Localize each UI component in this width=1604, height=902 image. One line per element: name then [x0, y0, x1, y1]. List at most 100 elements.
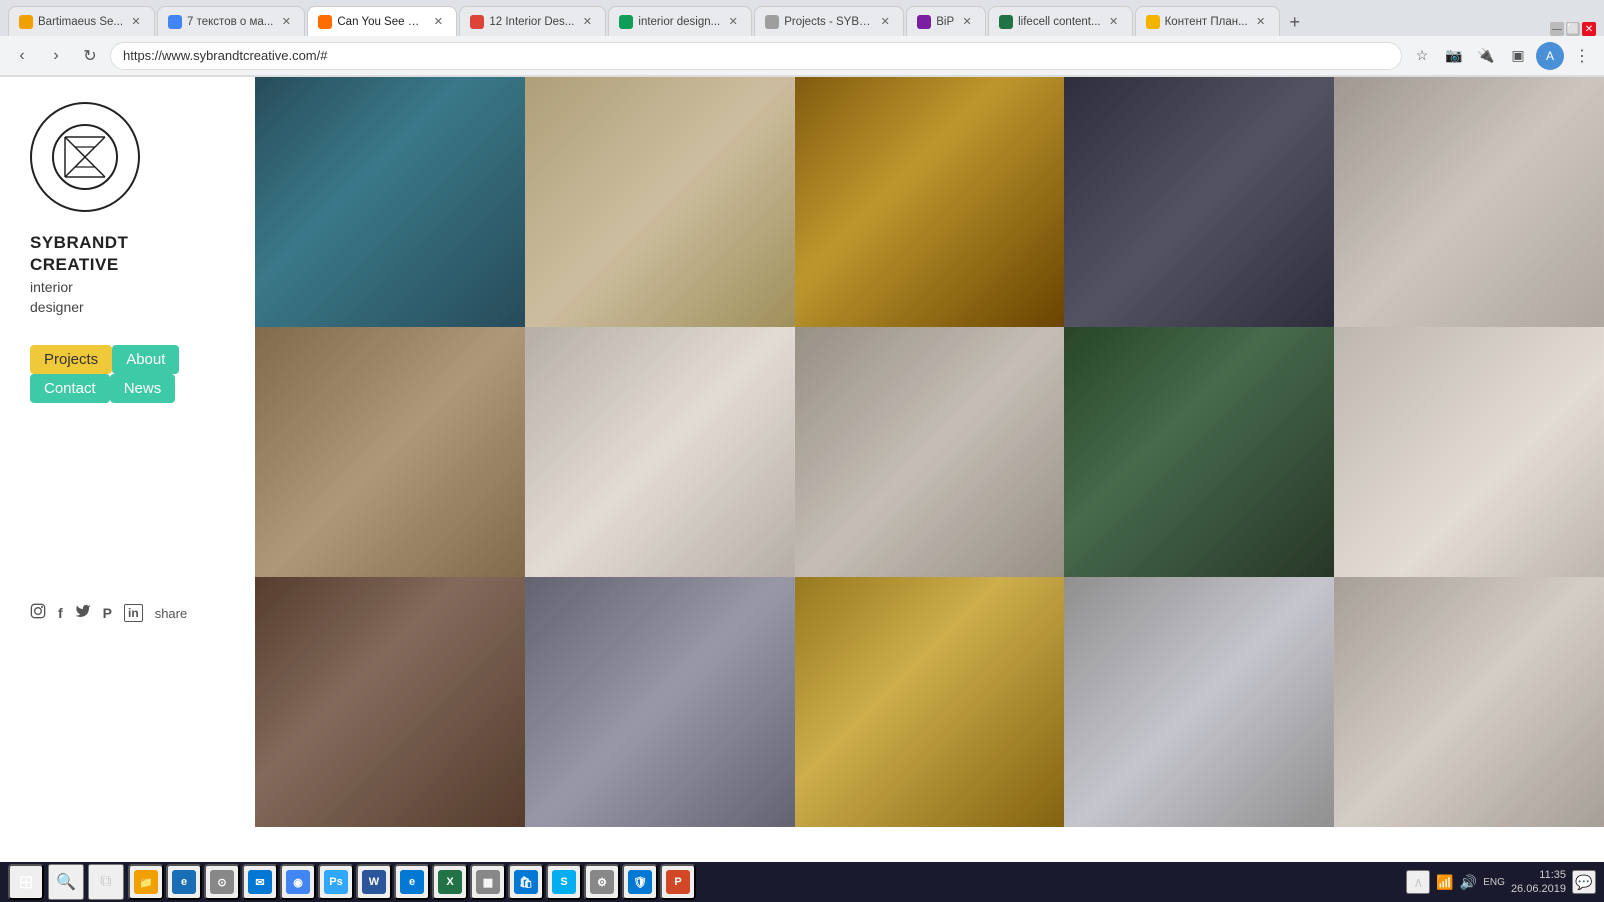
- tab-close-button[interactable]: ✕: [278, 14, 294, 30]
- profile-button[interactable]: A: [1536, 42, 1564, 70]
- grid-item-grid-14[interactable]: [1064, 577, 1334, 827]
- nav-item-projects[interactable]: Projects: [30, 345, 112, 374]
- facebook-icon[interactable]: f: [58, 605, 63, 621]
- grid-item-image: [255, 77, 525, 327]
- grid-item-grid-5[interactable]: [1334, 77, 1604, 327]
- new-tab-button[interactable]: +: [1281, 8, 1309, 36]
- back-button[interactable]: ‹: [8, 42, 36, 70]
- tab-close-button[interactable]: ✕: [579, 14, 595, 30]
- tab-close-button[interactable]: ✕: [128, 14, 144, 30]
- grid-item-grid-9[interactable]: [1064, 327, 1334, 577]
- logo-svg: [50, 122, 120, 192]
- tab-label: 12 Interior Des...: [489, 16, 574, 28]
- taskbar-app-ie[interactable]: e: [166, 864, 202, 900]
- taskbar-app-icon-chrome: ◉: [286, 870, 310, 894]
- browser-tab-tab-3[interactable]: Can You See M... ✕: [307, 6, 457, 36]
- tab-favicon: [999, 15, 1013, 29]
- grid-item-grid-13[interactable]: [795, 577, 1065, 827]
- taskbar-app-cortana[interactable]: ⊙: [204, 864, 240, 900]
- extension-button[interactable]: 🔌: [1472, 42, 1500, 70]
- reload-button[interactable]: ↻: [76, 42, 104, 70]
- browser-tab-tab-8[interactable]: lifecell content...✕: [988, 6, 1132, 36]
- nav-item-about[interactable]: About: [112, 345, 179, 374]
- address-input[interactable]: [110, 42, 1402, 70]
- grid-item-grid-4[interactable]: [1064, 77, 1334, 327]
- taskbar-app-icon-edge: e: [400, 870, 424, 894]
- twitter-icon[interactable]: [75, 603, 91, 623]
- taskbar-app-icon-store: 🛍: [514, 870, 538, 894]
- room-svg: [525, 77, 795, 327]
- taskbar-app-edge[interactable]: e: [394, 864, 430, 900]
- more-button[interactable]: ⋮: [1568, 42, 1596, 70]
- screenshot-button[interactable]: 📷: [1440, 42, 1468, 70]
- taskbar-app-skype[interactable]: S: [546, 864, 582, 900]
- search-button[interactable]: 🔍: [48, 864, 84, 900]
- taskbar-app-excel[interactable]: X: [432, 864, 468, 900]
- nav-item-contact[interactable]: Contact: [30, 374, 110, 403]
- tab-close-button[interactable]: ✕: [1106, 14, 1122, 30]
- taskbar-app-photoshop[interactable]: Ps: [318, 864, 354, 900]
- share-text[interactable]: share: [155, 606, 188, 621]
- grid-item-grid-15[interactable]: [1334, 577, 1604, 827]
- minimize-button[interactable]: —: [1550, 22, 1564, 36]
- browser-tab-tab-2[interactable]: 7 текстов о ма...✕: [157, 6, 305, 36]
- grid-item-grid-8[interactable]: [795, 327, 1065, 577]
- browser-tab-tab-6[interactable]: Projects - SYBR...✕: [754, 6, 904, 36]
- taskbar-app-icon-outlook: ✉: [248, 870, 272, 894]
- task-view-button[interactable]: ⧉: [88, 864, 124, 900]
- maximize-button[interactable]: ⬜: [1566, 22, 1580, 36]
- start-button[interactable]: ⊞: [8, 864, 44, 900]
- browser-tab-tab-5[interactable]: interior design...✕: [608, 6, 752, 36]
- taskbar-app-word[interactable]: W: [356, 864, 392, 900]
- room-svg: [255, 577, 525, 827]
- taskbar-app-explorer[interactable]: 📁: [128, 864, 164, 900]
- taskbar-app-calc[interactable]: ▦: [470, 864, 506, 900]
- tab-close-button[interactable]: ✕: [959, 14, 975, 30]
- grid-item-image: [1334, 77, 1604, 327]
- grid-item-grid-7[interactable]: [525, 327, 795, 577]
- instagram-icon[interactable]: [30, 603, 46, 623]
- browser-tab-tab-7[interactable]: BiP✕: [906, 6, 986, 36]
- address-bar-row: ‹ › ↻ ☆ 📷 🔌 ▣ A ⋮: [0, 36, 1604, 76]
- browser-tab-tab-4[interactable]: 12 Interior Des... ✕: [459, 6, 606, 36]
- toolbar-icons: ☆ 📷 🔌 ▣ A ⋮: [1408, 42, 1596, 70]
- grid-item-grid-10[interactable]: [1334, 327, 1604, 577]
- grid-item-image: [255, 327, 525, 577]
- nav-item-news[interactable]: News: [110, 374, 176, 403]
- tab-close-button[interactable]: ✕: [430, 14, 446, 30]
- grid-item-grid-11[interactable]: [255, 577, 525, 827]
- close-button[interactable]: ✕: [1582, 22, 1596, 36]
- logo-circle: [30, 102, 140, 212]
- show-hidden-icons[interactable]: ∧: [1406, 870, 1430, 894]
- pinterest-icon[interactable]: P: [103, 605, 112, 621]
- bookmark-button[interactable]: ☆: [1408, 42, 1436, 70]
- tab-close-button[interactable]: ✕: [725, 14, 741, 30]
- browser-tab-tab-1[interactable]: Bartimaeus Se...✕: [8, 6, 155, 36]
- taskbar-app-outlook[interactable]: ✉: [242, 864, 278, 900]
- grid-item-image: [795, 327, 1065, 577]
- main-grid: [255, 77, 1604, 827]
- taskbar-app-settings[interactable]: ⚙: [584, 864, 620, 900]
- grid-item-image: [1334, 327, 1604, 577]
- page-content: SYBRANDT CREATIVE interior designer Proj…: [0, 77, 1604, 827]
- taskbar-app-powerpoint[interactable]: P: [660, 864, 696, 900]
- grid-item-grid-6[interactable]: [255, 327, 525, 577]
- taskbar-app-chrome[interactable]: ◉: [280, 864, 316, 900]
- taskbar-app-store[interactable]: 🛍: [508, 864, 544, 900]
- tab-close-button[interactable]: ✕: [877, 14, 893, 30]
- taskbar-app-icon-settings: ⚙: [590, 870, 614, 894]
- grid-item-grid-1[interactable]: [255, 77, 525, 327]
- taskbar-app-defender[interactable]: 🛡: [622, 864, 658, 900]
- grid-item-grid-12[interactable]: [525, 577, 795, 827]
- tab-close-button[interactable]: ✕: [1253, 14, 1269, 30]
- framer-button[interactable]: ▣: [1504, 42, 1532, 70]
- grid-item-grid-3[interactable]: [795, 77, 1065, 327]
- browser-tab-tab-9[interactable]: Контент План...✕: [1135, 6, 1280, 36]
- linkedin-icon[interactable]: in: [124, 604, 143, 622]
- forward-button[interactable]: ›: [42, 42, 70, 70]
- tab-label: Can You See M...: [337, 16, 425, 28]
- notification-button[interactable]: 💬: [1572, 870, 1596, 894]
- browser-chrome: Bartimaeus Se...✕7 текстов о ма...✕Can Y…: [0, 0, 1604, 77]
- grid-item-image: [525, 577, 795, 827]
- grid-item-grid-2[interactable]: [525, 77, 795, 327]
